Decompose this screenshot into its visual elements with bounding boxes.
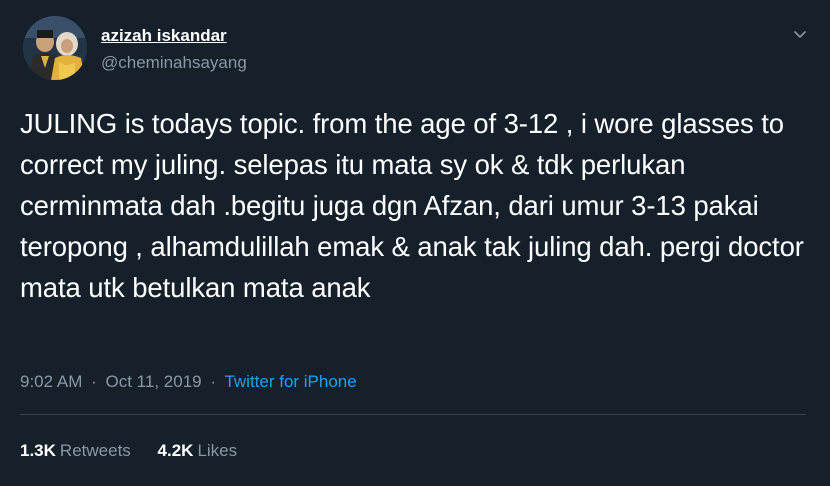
meta-separator: · [210, 372, 217, 391]
tweet-time[interactable]: 9:02 AM [20, 372, 82, 391]
retweets-count: 1.3K [20, 441, 56, 460]
chevron-down-icon[interactable] [790, 24, 810, 44]
likes-stat[interactable]: 4.2K Likes [158, 441, 238, 461]
divider [20, 414, 806, 415]
tweet-meta: 9:02 AM · Oct 11, 2019 · Twitter for iPh… [20, 372, 357, 392]
tweet-date[interactable]: Oct 11, 2019 [106, 372, 202, 391]
likes-label: Likes [197, 441, 238, 460]
tweet-source-link[interactable]: Twitter for iPhone [224, 372, 356, 391]
author-display-name[interactable]: azizah iskandar [101, 26, 227, 46]
tweet-stats: 1.3K Retweets 4.2K Likes [20, 441, 237, 461]
tweet-card: azizah iskandar @cheminahsayang JULING i… [0, 0, 830, 486]
likes-count: 4.2K [157, 441, 194, 460]
avatar[interactable] [23, 16, 87, 80]
retweets-stat[interactable]: 1.3K Retweets [20, 441, 131, 461]
meta-separator: · [91, 372, 97, 391]
retweets-label: Retweets [59, 441, 131, 460]
tweet-text: JULING is todays topic. from the age of … [20, 108, 804, 303]
author-handle[interactable]: @cheminahsayang [101, 53, 247, 73]
avatar-image [23, 16, 87, 80]
